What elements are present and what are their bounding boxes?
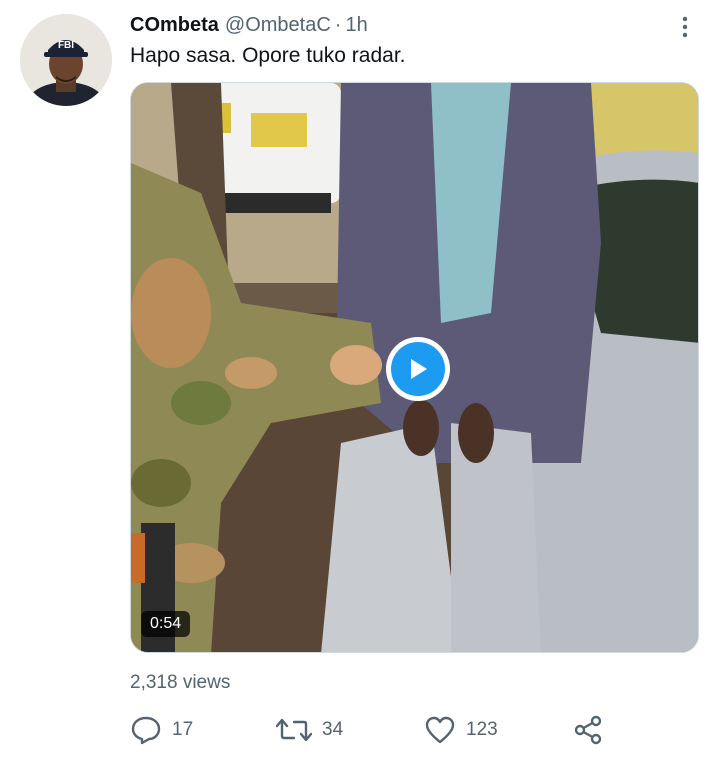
reply-button[interactable]: 17	[130, 712, 193, 748]
reply-count: 17	[172, 719, 194, 740]
heart-icon	[424, 715, 456, 745]
retweet-icon	[276, 716, 312, 744]
view-count: 2,318 views	[130, 672, 231, 693]
like-button[interactable]: 123	[424, 712, 498, 748]
video-duration: 0:54	[141, 611, 191, 637]
avatar[interactable]: FBI	[20, 14, 112, 106]
tweet-time[interactable]: 1h	[345, 14, 367, 37]
tweet-text: Hapo sasa. Opore tuko radar.	[130, 44, 406, 67]
play-button[interactable]	[386, 337, 450, 401]
user-handle[interactable]: @OmbetaC	[225, 14, 331, 37]
display-name[interactable]: COmbeta	[130, 14, 219, 37]
play-icon	[411, 359, 427, 379]
more-options-button[interactable]	[672, 14, 698, 40]
avatar-image: FBI	[20, 14, 112, 106]
header-separator: ·	[334, 14, 342, 36]
more-vertical-icon	[682, 16, 688, 38]
play-button-circle	[391, 342, 445, 396]
share-button[interactable]	[572, 712, 604, 748]
reply-icon	[130, 715, 162, 745]
tweet-header: COmbeta @OmbetaC · 1h	[130, 14, 368, 42]
tweet-actions: 17 34 123	[130, 712, 610, 748]
video-player[interactable]: 0:54	[130, 82, 699, 653]
retweet-button[interactable]: 34	[276, 712, 343, 748]
avatar-cap-text: FBI	[58, 40, 74, 51]
share-icon	[572, 714, 604, 746]
retweet-count: 34	[322, 719, 344, 740]
like-count: 123	[466, 719, 498, 740]
